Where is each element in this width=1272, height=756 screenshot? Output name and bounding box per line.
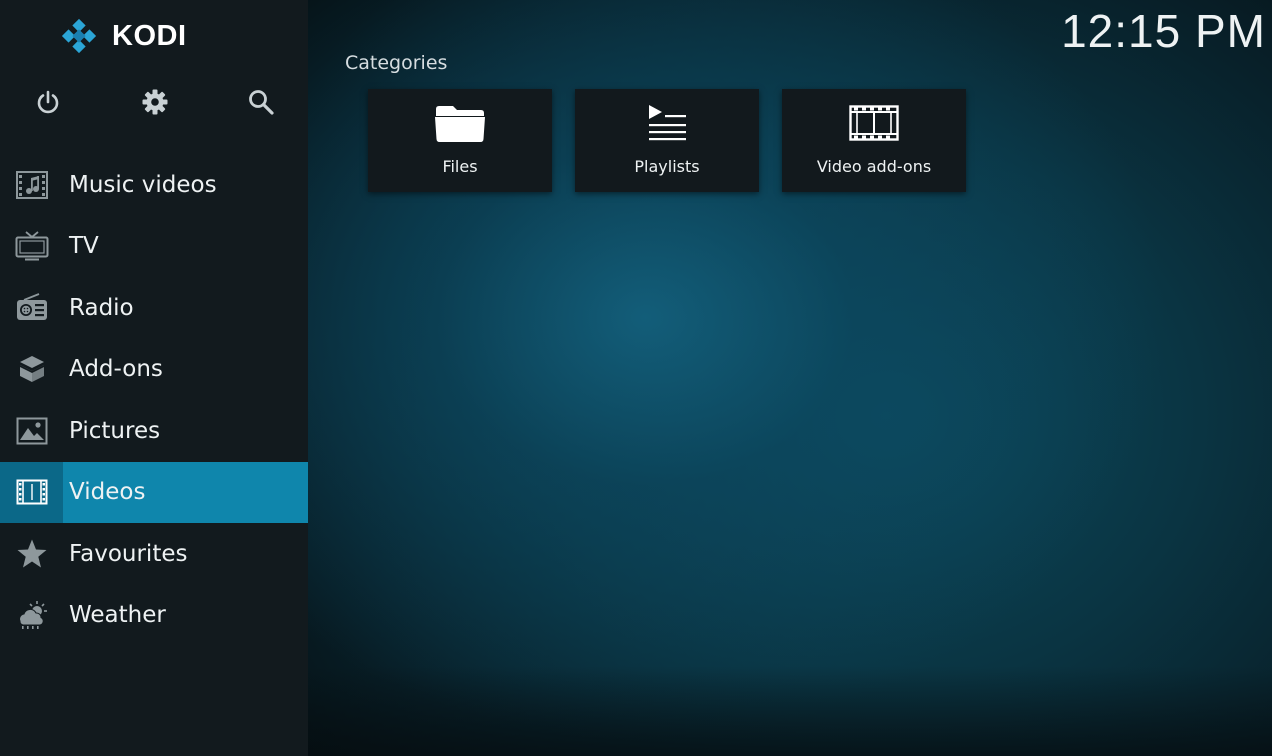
sidebar: KODI Music videos TV Radio Add-ons Pictu… (0, 0, 308, 756)
tile-video-addons[interactable]: Video add-ons (782, 89, 966, 192)
search-button[interactable] (243, 84, 279, 120)
tile-playlists[interactable]: Playlists (575, 89, 759, 192)
tv-icon (15, 231, 48, 261)
sidebar-item-tv[interactable]: TV (0, 216, 308, 278)
sidebar-item-label: Videos (69, 479, 146, 506)
tile-label: Playlists (634, 157, 700, 176)
clock: 12:15 PM (1061, 5, 1266, 57)
power-icon (37, 90, 59, 114)
sidebar-item-label: Add-ons (69, 356, 163, 383)
sidebar-item-music-videos[interactable]: Music videos (0, 154, 308, 216)
tile-files[interactable]: Files (368, 89, 552, 192)
addons-box-icon (19, 356, 44, 383)
gear-icon (142, 89, 168, 115)
sidebar-item-pictures[interactable]: Pictures (0, 400, 308, 462)
sidebar-item-label: Pictures (69, 417, 161, 444)
kodi-app: KODI Music videos TV Radio Add-ons Pictu… (0, 0, 1272, 756)
category-tiles: Files Playlists Video add-ons (368, 89, 966, 192)
music-video-icon (15, 170, 48, 199)
settings-button[interactable] (137, 84, 173, 120)
search-icon (249, 90, 274, 115)
picture-icon (16, 417, 47, 445)
sidebar-item-label: Radio (69, 294, 134, 321)
tile-label: Files (442, 157, 478, 176)
kodi-logo-icon (61, 18, 97, 54)
power-button[interactable] (30, 84, 66, 120)
folder-icon (435, 106, 485, 142)
sidebar-item-label: Music videos (69, 171, 217, 198)
sidebar-item-label: Weather (69, 602, 166, 629)
sidebar-item-videos[interactable]: Videos (0, 461, 308, 523)
weather-icon (18, 601, 47, 630)
tile-label: Video add-ons (816, 157, 932, 176)
sidebar-item-label: TV (69, 233, 99, 260)
sidebar-item-label: Favourites (69, 540, 188, 567)
radio-icon (16, 292, 47, 320)
logo-text: KODI (112, 19, 187, 52)
sidebar-item-radio[interactable]: Radio (0, 277, 308, 339)
star-icon (17, 539, 46, 568)
kodi-logo: KODI (60, 16, 187, 56)
sidebar-nav: Music videos TV Radio Add-ons Pictures V… (0, 154, 308, 646)
film-icon (16, 479, 47, 505)
sidebar-item-favourites[interactable]: Favourites (0, 523, 308, 585)
film-strip-icon (849, 105, 899, 141)
playlist-icon (649, 105, 686, 141)
sidebar-item-weather[interactable]: Weather (0, 585, 308, 647)
sidebar-item-addons[interactable]: Add-ons (0, 339, 308, 401)
section-title: Categories (345, 52, 448, 74)
